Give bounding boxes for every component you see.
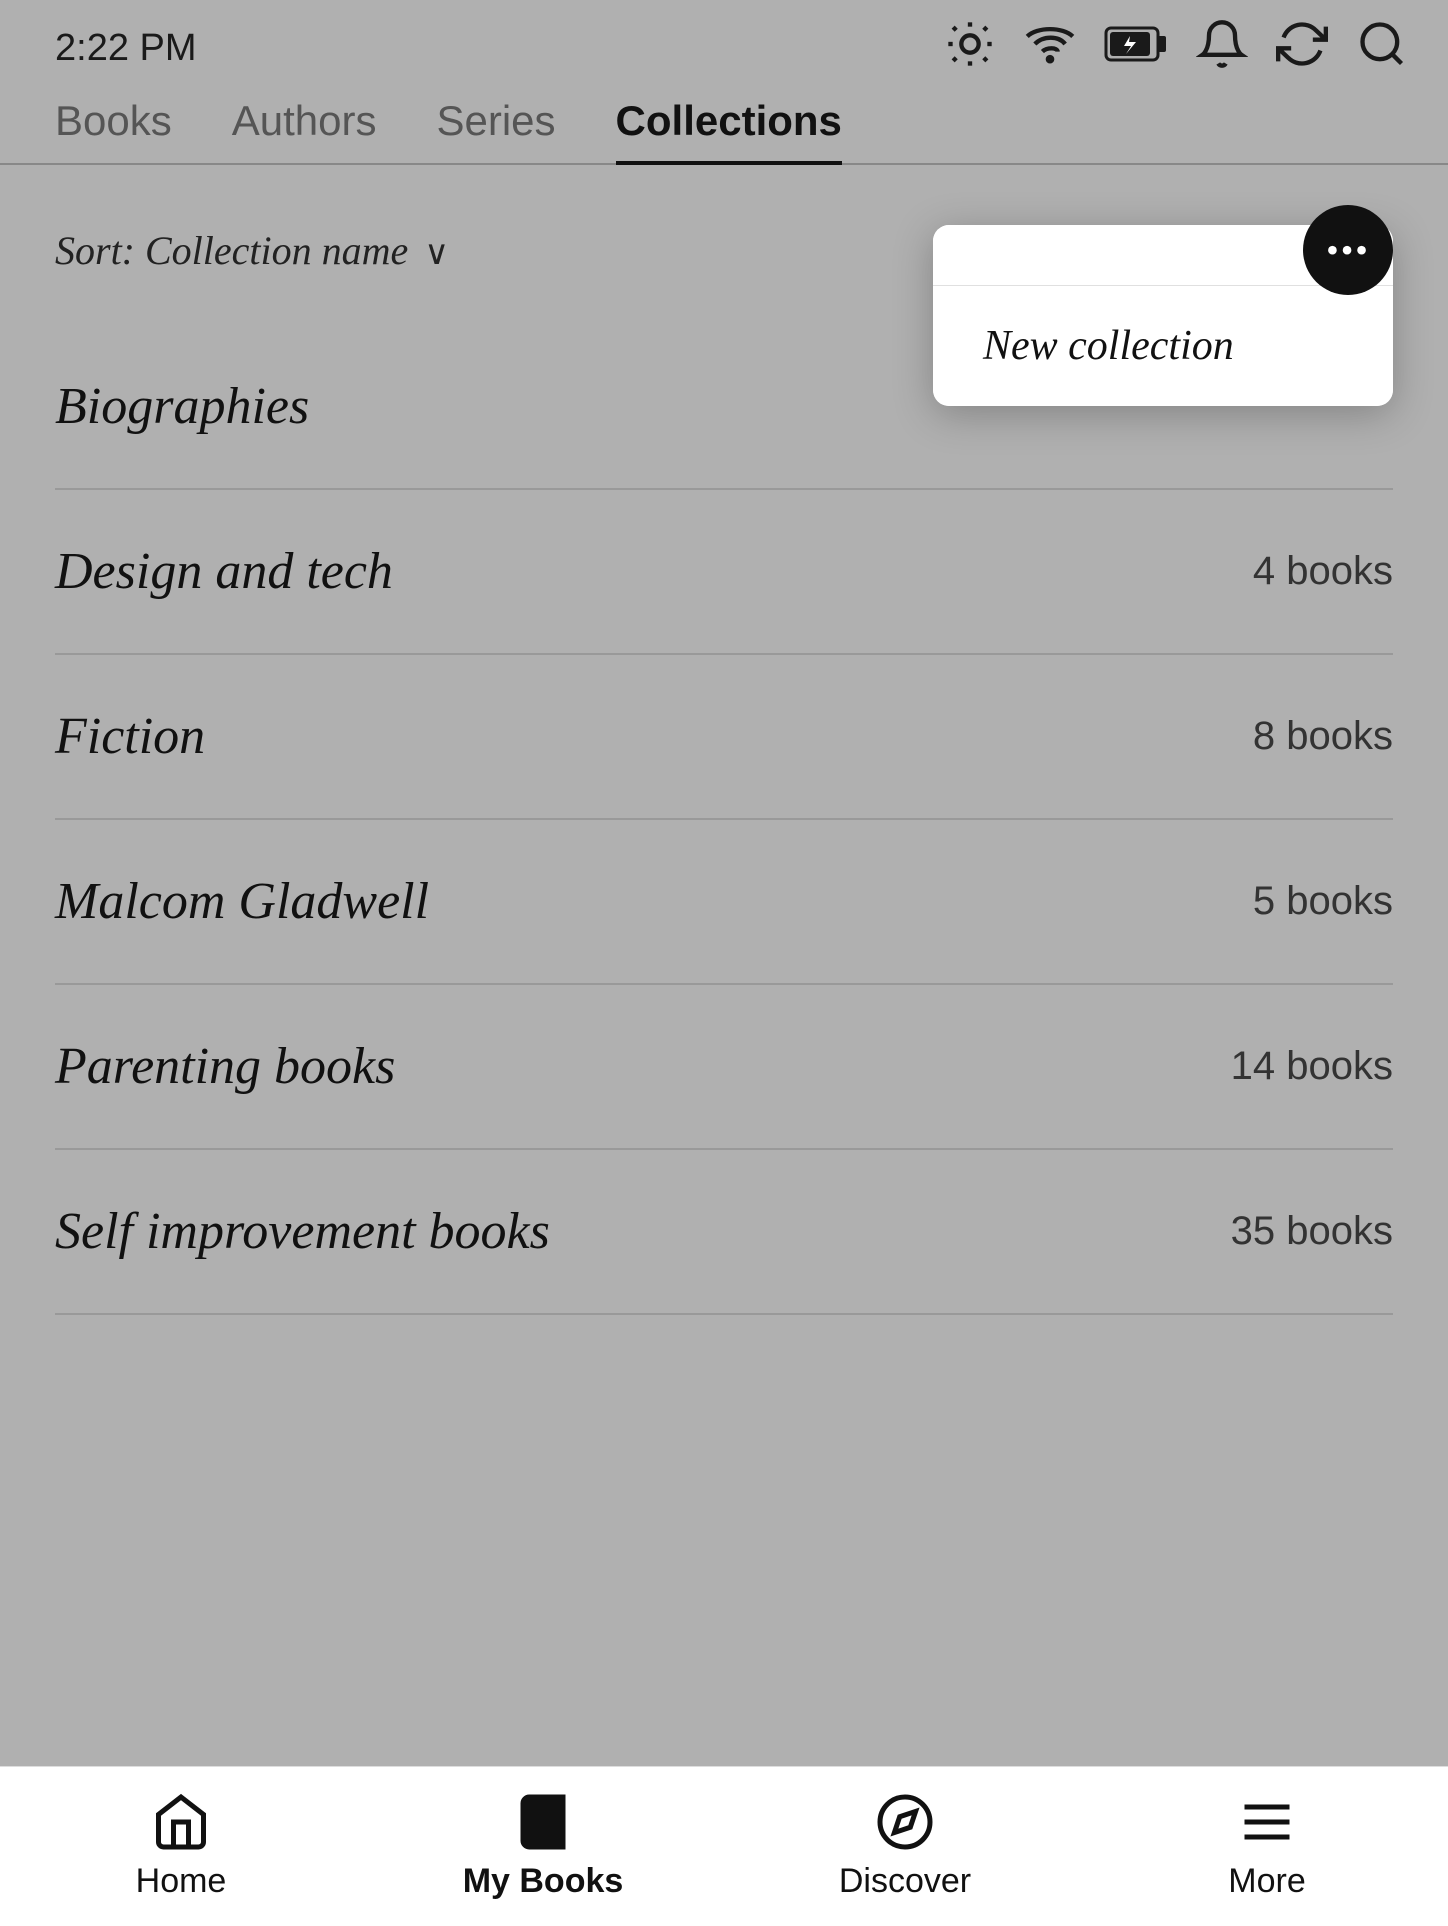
- collection-item-gladwell[interactable]: Malcom Gladwell 5 books: [55, 820, 1393, 985]
- more-label: More: [1228, 1862, 1305, 1901]
- collection-item-design[interactable]: Design and tech 4 books: [55, 490, 1393, 655]
- sort-text: Sort: Collection name: [55, 228, 408, 273]
- discover-label: Discover: [839, 1862, 971, 1901]
- collection-item-parenting[interactable]: Parenting books 14 books: [55, 985, 1393, 1150]
- compass-icon: [875, 1792, 935, 1852]
- nav-tabs: Books Authors Series Collections: [0, 97, 1448, 165]
- collection-count: 4 books: [1253, 549, 1393, 594]
- home-label: Home: [136, 1862, 227, 1901]
- tab-collections[interactable]: Collections: [616, 97, 842, 163]
- ellipsis-icon: •••: [1326, 229, 1370, 271]
- bottom-nav-home[interactable]: Home: [0, 1792, 362, 1901]
- collection-name: Design and tech: [55, 542, 393, 601]
- tab-series[interactable]: Series: [436, 97, 555, 163]
- menu-icon: [1237, 1792, 1297, 1852]
- collection-name: Biographies: [55, 377, 309, 436]
- collection-count: 35 books: [1231, 1209, 1393, 1254]
- collection-name: Self improvement books: [55, 1202, 550, 1261]
- bottom-nav: Home My Books Discover More: [0, 1766, 1448, 1926]
- status-bar: 2:22 PM: [0, 0, 1448, 97]
- collection-count: 8 books: [1253, 714, 1393, 759]
- bottom-nav-discover[interactable]: Discover: [724, 1792, 1086, 1901]
- sort-label[interactable]: Sort: Collection name ∨: [55, 227, 449, 274]
- bottom-nav-mybooks[interactable]: My Books: [362, 1792, 724, 1901]
- search-icon[interactable]: [1356, 18, 1408, 79]
- battery-icon: [1104, 18, 1168, 79]
- status-icons: [944, 18, 1408, 79]
- collection-name: Fiction: [55, 707, 205, 766]
- bottom-nav-more[interactable]: More: [1086, 1792, 1448, 1901]
- collection-item-self-improvement[interactable]: Self improvement books 35 books: [55, 1150, 1393, 1315]
- collection-list: Biographies Design and tech 4 books Fict…: [55, 325, 1393, 1315]
- collection-item-fiction[interactable]: Fiction 8 books: [55, 655, 1393, 820]
- status-time: 2:22 PM: [55, 27, 197, 70]
- collection-count: 14 books: [1231, 1044, 1393, 1089]
- collection-name: Malcom Gladwell: [55, 872, 429, 931]
- collection-name: Parenting books: [55, 1037, 395, 1096]
- content-area: Sort: Collection name ∨ ••• New collecti…: [0, 165, 1448, 1315]
- chevron-down-icon: ∨: [424, 235, 449, 272]
- sync-icon[interactable]: [1276, 18, 1328, 79]
- wifi-icon: [1024, 18, 1076, 79]
- sort-right: ••• New collection: [1303, 205, 1393, 295]
- new-collection-button[interactable]: New collection: [933, 285, 1393, 406]
- tab-authors[interactable]: Authors: [232, 97, 377, 163]
- brightness-icon: [944, 18, 996, 79]
- more-options-button[interactable]: •••: [1303, 205, 1393, 295]
- notification-icon[interactable]: [1196, 18, 1248, 79]
- sort-bar: Sort: Collection name ∨ ••• New collecti…: [55, 165, 1393, 325]
- mybooks-label: My Books: [463, 1862, 624, 1901]
- home-icon: [151, 1792, 211, 1852]
- books-icon: [513, 1792, 573, 1852]
- collection-count: 5 books: [1253, 879, 1393, 924]
- tab-books[interactable]: Books: [55, 97, 172, 163]
